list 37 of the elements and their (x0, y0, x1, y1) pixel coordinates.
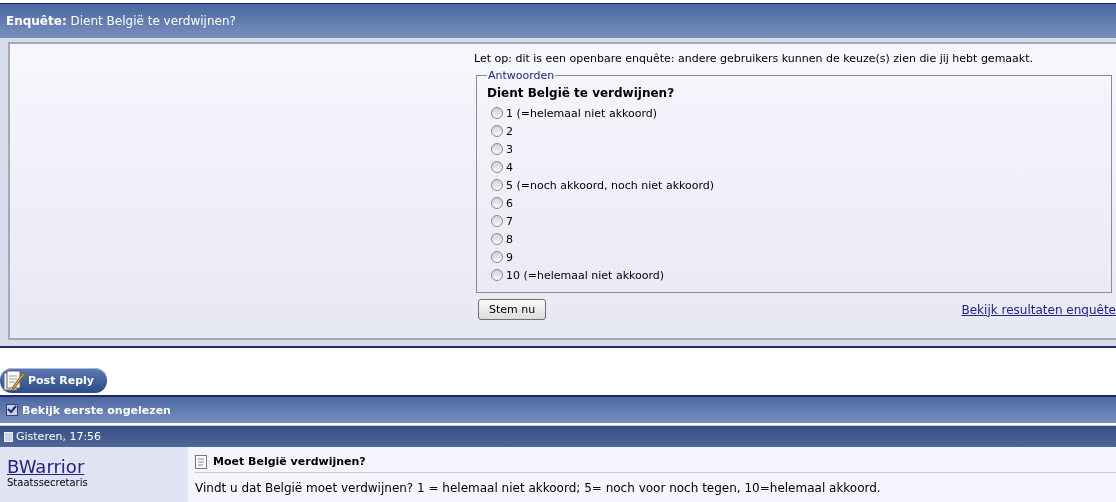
radio-button[interactable] (491, 251, 503, 263)
results-link[interactable]: Bekijk resultaten enquête (961, 302, 1116, 317)
post-reply-button[interactable]: Post Reply (0, 368, 107, 393)
fieldset-legend: Antwoorden (487, 69, 556, 82)
notice-text: Let op: dit is een openbare enquête: andere gebruikers kunnen de keuze(s) zien die jij hebt gemaakt. (474, 52, 1034, 65)
post-body: Vindt u dat België moet verdwijnen? 1 = helemaal niet akkoord; 5= noch voor noch tegen, 10=helemaal akkoord. (195, 480, 882, 495)
radio-button[interactable] (491, 161, 503, 173)
radio-button[interactable] (491, 125, 503, 137)
radio-button[interactable] (491, 233, 503, 245)
poll-option[interactable]: 5 (=noch akkoord, noch niet akkoord) (487, 176, 1101, 194)
document-icon (195, 454, 207, 469)
poll-question: Dient België te verdwijnen? (487, 86, 676, 100)
post-date: Gisteren, 17:56 (16, 430, 102, 443)
poll-title: Enquête: Dient België te verdwijnen? (6, 14, 236, 28)
poll-option[interactable]: 7 (487, 212, 1101, 230)
radio-button[interactable] (491, 197, 503, 209)
vote-button[interactable]: Stem nu (478, 299, 547, 320)
document-pen-icon (2, 369, 26, 392)
post-title: Moet België verdwijnen? (213, 455, 366, 468)
radio-button[interactable] (491, 215, 503, 227)
radio-button[interactable] (491, 107, 503, 119)
unread-link[interactable]: Bekijk eerste ongelezen (22, 403, 171, 417)
poll-option[interactable]: 10 (=helemaal niet akkoord) (487, 266, 1101, 284)
radio-button[interactable] (491, 179, 503, 191)
poll-option[interactable]: 1 (=helemaal niet akkoord) (487, 104, 1101, 122)
poll-option[interactable]: 9 (487, 248, 1101, 266)
poll-option[interactable]: 4 (487, 158, 1101, 176)
author-link[interactable]: BWarrior (7, 457, 181, 477)
poll-option[interactable]: 3 (487, 140, 1101, 158)
poll-option[interactable]: 8 (487, 230, 1101, 248)
post-icon (4, 431, 13, 442)
radio-button[interactable] (491, 143, 503, 155)
author-rank: Staatssecretaris (7, 477, 89, 488)
radio-button[interactable] (491, 269, 503, 281)
poll-option[interactable]: 6 (487, 194, 1101, 212)
checkbox-icon (6, 404, 18, 416)
poll-option[interactable]: 2 (487, 122, 1101, 140)
